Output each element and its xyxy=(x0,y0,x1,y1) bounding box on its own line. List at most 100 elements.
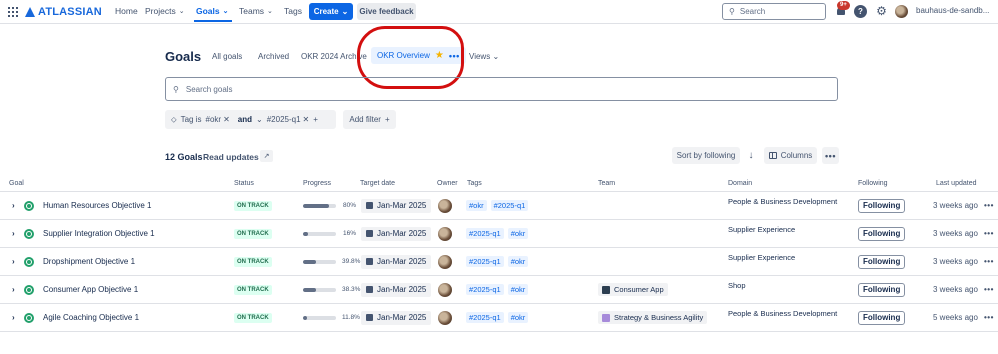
expand-chevron-icon[interactable]: › xyxy=(12,220,15,247)
goal-name[interactable]: Agile Coaching Objective 1 xyxy=(43,304,139,331)
give-feedback-button[interactable]: Give feedback xyxy=(357,3,416,20)
owner-avatar[interactable] xyxy=(438,276,452,303)
table-row[interactable]: › Dropshipment Objective 1 ON TRACK 39.8… xyxy=(0,248,998,276)
column-header-target-date[interactable]: Target date xyxy=(360,180,395,187)
column-header-goal[interactable]: Goal xyxy=(9,180,24,187)
target-date-chip[interactable]: Jan-Mar 2025 xyxy=(361,192,432,219)
progress-cell: 38.3% xyxy=(303,276,360,303)
nav-projects[interactable]: Projects ⌄ xyxy=(145,6,185,16)
column-header-last-updated[interactable]: Last updated xyxy=(936,180,976,187)
chevron-down-icon[interactable]: ⌄ xyxy=(256,115,263,124)
following-button-label: Following xyxy=(858,226,906,241)
nav-goals[interactable]: Goals ⌄ xyxy=(196,6,229,16)
following-button[interactable]: Following xyxy=(858,276,906,303)
remove-value-icon[interactable]: ✕ xyxy=(223,115,230,124)
table-row[interactable]: › Human Resources Objective 1 ON TRACK 8… xyxy=(0,192,998,220)
nav-teams[interactable]: Teams ⌄ xyxy=(239,6,273,16)
column-header-tags[interactable]: Tags xyxy=(467,180,482,187)
goal-name[interactable]: Dropshipment Objective 1 xyxy=(43,248,135,275)
sort-direction-arrow-icon[interactable]: ↓ xyxy=(744,147,758,164)
app-switcher-icon[interactable] xyxy=(8,7,18,17)
table-row[interactable]: › Consumer App Objective 1 ON TRACK 38.3… xyxy=(0,276,998,304)
tab-archived[interactable]: Archived xyxy=(258,52,289,61)
search-goals-input[interactable]: ⚲ Search goals xyxy=(165,77,838,101)
remove-value-icon[interactable]: ✕ xyxy=(303,115,310,124)
column-header-progress[interactable]: Progress xyxy=(303,180,331,187)
team-cell[interactable]: Strategy & Business Agility xyxy=(598,304,708,331)
target-date-chip[interactable]: Jan-Mar 2025 xyxy=(361,304,432,331)
tag-chip[interactable]: #okr xyxy=(507,228,529,239)
team-cell[interactable]: Consumer App xyxy=(598,276,668,303)
tag-chip[interactable]: #2025-q1 xyxy=(466,256,504,267)
profile-avatar[interactable] xyxy=(895,5,908,18)
goal-name[interactable]: Consumer App Objective 1 xyxy=(43,276,138,303)
atlassian-logo[interactable]: ATLASSIAN xyxy=(25,5,102,19)
more-actions-button[interactable]: ••• xyxy=(822,147,839,164)
team-chip[interactable]: Strategy & Business Agility xyxy=(598,311,708,324)
chevron-down-icon: ⌄ xyxy=(492,52,500,61)
target-date-label: Jan-Mar 2025 xyxy=(377,257,427,266)
chevron-down-icon: ⌄ xyxy=(178,8,185,15)
following-button[interactable]: Following xyxy=(858,220,906,247)
target-date-chip[interactable]: Jan-Mar 2025 xyxy=(361,276,432,303)
owner-avatar[interactable] xyxy=(438,192,452,219)
column-header-status[interactable]: Status xyxy=(234,180,254,187)
tag-chip[interactable]: #okr xyxy=(507,312,529,323)
profile-site-name[interactable]: bauhaus-de-sandb... xyxy=(916,6,989,15)
goal-name[interactable]: Human Resources Objective 1 xyxy=(43,192,152,219)
tag-chip[interactable]: #2025-q1 xyxy=(490,200,529,211)
help-icon[interactable]: ? xyxy=(854,5,867,18)
global-search-input[interactable]: ⚲ Search xyxy=(722,3,826,20)
column-header-owner[interactable]: Owner xyxy=(437,180,458,187)
row-more-icon[interactable]: ••• xyxy=(984,220,994,247)
status-lozenge: ON TRACK xyxy=(234,248,272,275)
tag-chip[interactable]: #2025-q1 xyxy=(466,312,504,323)
table-row[interactable]: › Agile Coaching Objective 1 ON TRACK 11… xyxy=(0,304,998,332)
row-more-icon[interactable]: ••• xyxy=(984,248,994,275)
row-more-icon[interactable]: ••• xyxy=(984,276,994,303)
create-button[interactable]: Create ⌄ xyxy=(309,3,353,20)
add-value-icon[interactable]: + xyxy=(313,115,318,124)
progress-bar xyxy=(303,287,336,292)
global-search-placeholder: Search xyxy=(739,7,766,16)
target-date-chip[interactable]: Jan-Mar 2025 xyxy=(361,220,432,247)
external-link-icon[interactable]: ↗ xyxy=(260,150,273,162)
columns-button[interactable]: Columns xyxy=(764,147,817,164)
tag-chip[interactable]: #2025-q1 xyxy=(466,228,504,239)
following-button[interactable]: Following xyxy=(858,304,906,331)
filter-conjunction[interactable]: and xyxy=(238,115,252,124)
tag-chip[interactable]: #okr xyxy=(507,256,529,267)
target-date-chip[interactable]: Jan-Mar 2025 xyxy=(361,248,432,275)
tag-chip[interactable]: #okr xyxy=(466,200,487,211)
progress-percent: 80% xyxy=(342,202,356,209)
following-button[interactable]: Following xyxy=(858,248,906,275)
expand-chevron-icon[interactable]: › xyxy=(12,192,15,219)
owner-avatar[interactable] xyxy=(438,220,452,247)
following-button[interactable]: Following xyxy=(858,192,906,219)
row-more-icon[interactable]: ••• xyxy=(984,192,994,219)
sort-button[interactable]: Sort by following xyxy=(672,147,740,164)
tab-all-goals[interactable]: All goals xyxy=(212,52,242,61)
goal-name[interactable]: Supplier Integration Objective 1 xyxy=(43,220,155,247)
settings-gear-icon[interactable]: ⚙ xyxy=(875,5,888,18)
read-updates-link[interactable]: Read updates xyxy=(203,152,259,162)
nav-tags[interactable]: Tags xyxy=(284,6,302,16)
owner-avatar[interactable] xyxy=(438,304,452,331)
add-filter-button[interactable]: Add filter + xyxy=(343,110,396,129)
expand-chevron-icon[interactable]: › xyxy=(12,276,15,303)
columns-icon xyxy=(768,152,777,159)
column-header-team[interactable]: Team xyxy=(598,180,615,187)
row-more-icon[interactable]: ••• xyxy=(984,304,994,331)
column-header-following[interactable]: Following xyxy=(858,180,888,187)
table-row[interactable]: › Supplier Integration Objective 1 ON TR… xyxy=(0,220,998,248)
nav-home[interactable]: Home xyxy=(115,6,138,16)
column-header-domain[interactable]: Domain xyxy=(728,180,752,187)
team-chip[interactable]: Consumer App xyxy=(598,283,668,296)
tag-chip[interactable]: #2025-q1 xyxy=(466,284,504,295)
tag-filter-chip[interactable]: ⬦ Tag is #okr ✕ and ⌄ #2025-q1 ✕ + xyxy=(165,110,336,129)
tag-chip[interactable]: #okr xyxy=(507,284,529,295)
expand-chevron-icon[interactable]: › xyxy=(12,304,15,331)
tab-views[interactable]: Views ⌄ xyxy=(469,52,499,61)
expand-chevron-icon[interactable]: › xyxy=(12,248,15,275)
owner-avatar[interactable] xyxy=(438,248,452,275)
